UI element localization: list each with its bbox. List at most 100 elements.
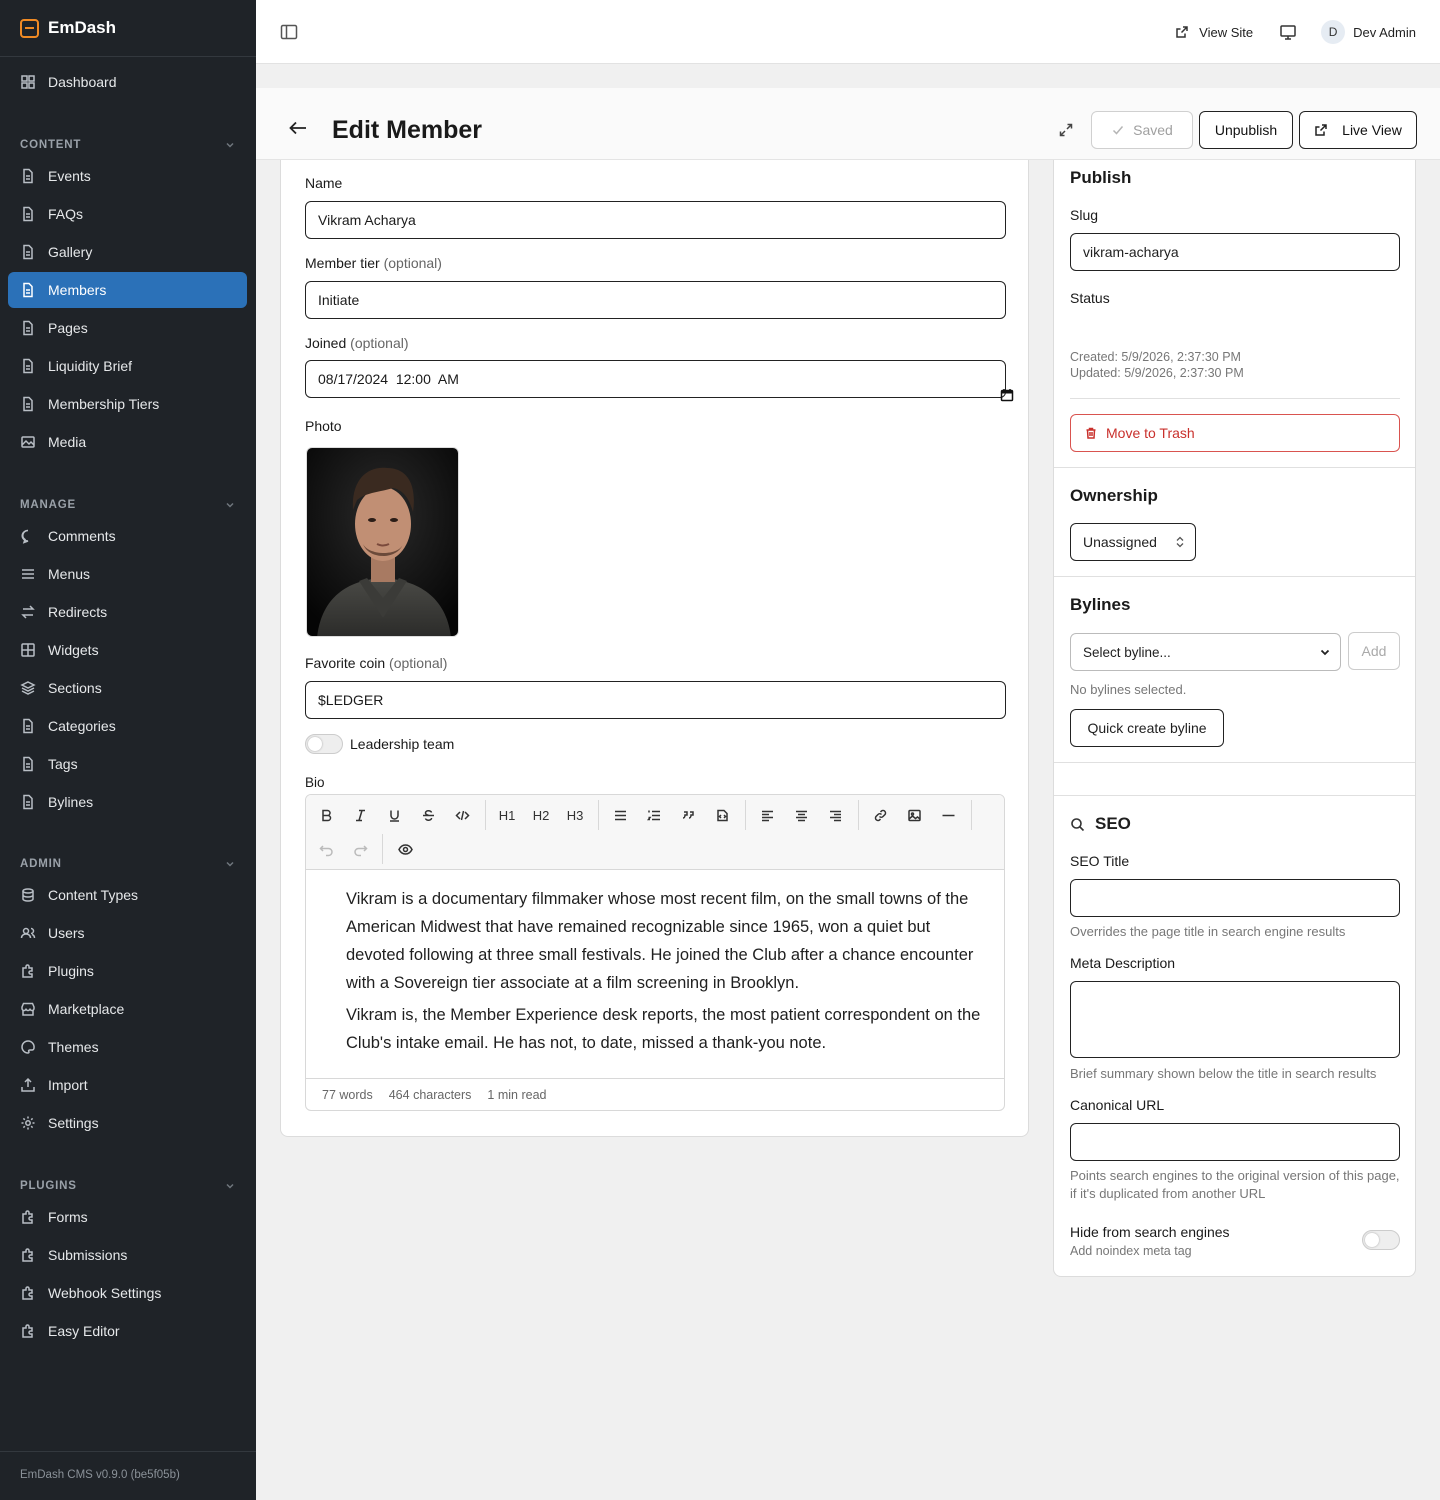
eye-preview-icon[interactable] — [394, 838, 416, 860]
sidebar-item-themes[interactable]: Themes — [8, 1029, 247, 1065]
sidebar-item-bylines[interactable]: Bylines — [8, 784, 247, 820]
sidebar-item-membership-tiers[interactable]: Membership Tiers — [8, 386, 247, 422]
bio-label: Bio — [305, 775, 325, 790]
saved-button[interactable]: Saved — [1091, 111, 1193, 149]
hide-from-search-toggle[interactable] — [1362, 1230, 1400, 1250]
bullet-list-icon[interactable] — [609, 804, 631, 826]
calendar-icon[interactable] — [977, 372, 1014, 402]
view-site-link[interactable]: View Site — [1175, 25, 1253, 40]
sidebar-toggle-icon[interactable] — [280, 23, 298, 41]
undo-icon[interactable] — [315, 838, 337, 860]
sidebar-item-label: Plugins — [48, 963, 94, 979]
code-block-icon[interactable] — [711, 804, 733, 826]
add-byline-button[interactable]: Add — [1348, 632, 1400, 670]
sidebar-item-label: Settings — [48, 1115, 99, 1131]
file-icon — [20, 718, 36, 734]
move-to-trash-label: Move to Trash — [1106, 425, 1195, 441]
sidebar-item-webhook-settings[interactable]: Webhook Settings — [8, 1275, 247, 1311]
chevron-down-icon — [226, 1183, 234, 1189]
canonical-url-input[interactable] — [1070, 1123, 1400, 1161]
sidebar-item-categories[interactable]: Categories — [8, 708, 247, 744]
canonical-url-help: Points search engines to the original ve… — [1070, 1168, 1400, 1201]
sidebar-item-forms[interactable]: Forms — [8, 1199, 247, 1235]
monitor-icon[interactable] — [1279, 23, 1297, 41]
align-left-icon[interactable] — [756, 804, 778, 826]
member-tier-input[interactable]: Initiate — [305, 281, 1006, 319]
image-icon[interactable] — [903, 804, 925, 826]
sidebar-item-label: Widgets — [48, 642, 99, 658]
unpublish-button[interactable]: Unpublish — [1199, 111, 1293, 149]
underline-icon[interactable] — [383, 804, 405, 826]
numbered-list-icon[interactable] — [643, 804, 665, 826]
heading-1-icon[interactable]: H1 — [496, 804, 518, 826]
sidebar-item-comments[interactable]: Comments — [8, 518, 247, 554]
sidebar-item-submissions[interactable]: Submissions — [8, 1237, 247, 1273]
section-admin[interactable]: ADMIN — [20, 858, 236, 870]
sidebar-item-liquidity-brief[interactable]: Liquidity Brief — [8, 348, 247, 384]
editor-toolbar: H1 H2 H3 — [306, 795, 1004, 870]
heading-3-icon[interactable]: H3 — [564, 804, 586, 826]
gear-icon — [20, 1115, 36, 1131]
sidebar-item-events[interactable]: Events — [8, 158, 247, 194]
redo-icon[interactable] — [349, 838, 371, 860]
brand[interactable]: EmDash — [0, 0, 256, 57]
back-arrow-icon[interactable] — [288, 120, 308, 136]
joined-datetime-input[interactable]: 08/17/2024 12:00 AM — [305, 360, 1014, 402]
name-input[interactable]: Vikram Acharya — [305, 201, 1006, 239]
sidebar-item-plugins[interactable]: Plugins — [8, 953, 247, 989]
avatar[interactable]: D — [1321, 20, 1346, 44]
file-icon — [20, 168, 36, 184]
blockquote-icon[interactable] — [677, 804, 699, 826]
favorite-coin-label: Favorite coin (optional) — [305, 655, 447, 671]
bold-icon[interactable] — [315, 804, 337, 826]
sidebar-item-pages[interactable]: Pages — [8, 310, 247, 346]
member-photo[interactable] — [306, 447, 459, 637]
sidebar-item-sections[interactable]: Sections — [8, 670, 247, 706]
seo-title-input[interactable] — [1070, 879, 1400, 917]
section-content[interactable]: CONTENT — [20, 139, 236, 151]
favorite-coin-input[interactable]: $LEDGER — [305, 681, 1006, 719]
italic-icon[interactable] — [349, 804, 371, 826]
slug-input[interactable]: vikram-acharya — [1070, 233, 1400, 271]
bio-content[interactable]: Vikram is a documentary filmmaker whose … — [346, 885, 986, 1061]
sidebar-item-tags[interactable]: Tags — [8, 746, 247, 782]
sidebar-item-label: Redirects — [48, 604, 108, 620]
align-right-icon[interactable] — [824, 804, 846, 826]
sidebar-item-settings[interactable]: Settings — [8, 1105, 247, 1141]
leadership-team-toggle[interactable] — [305, 734, 343, 754]
sidebar-item-content-types[interactable]: Content Types — [8, 877, 247, 913]
strikethrough-icon[interactable] — [417, 804, 439, 826]
sidebar-item-widgets[interactable]: Widgets — [8, 632, 247, 668]
section-manage[interactable]: MANAGE — [20, 499, 236, 511]
code-icon[interactable] — [451, 804, 473, 826]
byline-select[interactable]: Select byline... — [1070, 633, 1341, 671]
expand-icon[interactable] — [1058, 122, 1074, 138]
user-name[interactable]: Dev Admin — [1353, 25, 1416, 40]
sidebar-item-faqs[interactable]: FAQs — [8, 196, 247, 232]
horizontal-rule-icon[interactable] — [937, 804, 959, 826]
meta-description-textarea[interactable] — [1070, 981, 1400, 1058]
sidebar-item-gallery[interactable]: Gallery — [8, 234, 247, 270]
sidebar-item-menus[interactable]: Menus — [8, 556, 247, 592]
section-label-admin: ADMIN — [20, 858, 62, 870]
align-center-icon[interactable] — [790, 804, 812, 826]
sidebar-item-members[interactable]: Members — [8, 272, 247, 308]
sidebar-item-import[interactable]: Import — [8, 1067, 247, 1103]
live-view-button[interactable]: Live View — [1299, 111, 1417, 149]
file-icon — [20, 282, 36, 298]
section-plugins[interactable]: PLUGINS — [20, 1180, 236, 1192]
link-icon[interactable] — [869, 804, 891, 826]
move-to-trash-button[interactable]: Move to Trash — [1070, 414, 1400, 452]
created-timestamp: Created: 5/9/2026, 2:37:30 PM — [1070, 350, 1241, 364]
sidebar-item-redirects[interactable]: Redirects — [8, 594, 247, 630]
sidebar-item-marketplace[interactable]: Marketplace — [8, 991, 247, 1027]
sidebar-item-users[interactable]: Users — [8, 915, 247, 951]
sidebar-item-easy-editor[interactable]: Easy Editor — [8, 1313, 247, 1349]
quick-create-byline-button[interactable]: Quick create byline — [1070, 709, 1224, 747]
photo-label: Photo — [305, 418, 342, 434]
ownership-select[interactable]: Unassigned — [1070, 523, 1196, 561]
saved-label: Saved — [1133, 122, 1173, 138]
sidebar-item-media[interactable]: Media — [8, 424, 247, 460]
heading-2-icon[interactable]: H2 — [530, 804, 552, 826]
sidebar-item-dashboard[interactable]: Dashboard — [8, 64, 247, 100]
